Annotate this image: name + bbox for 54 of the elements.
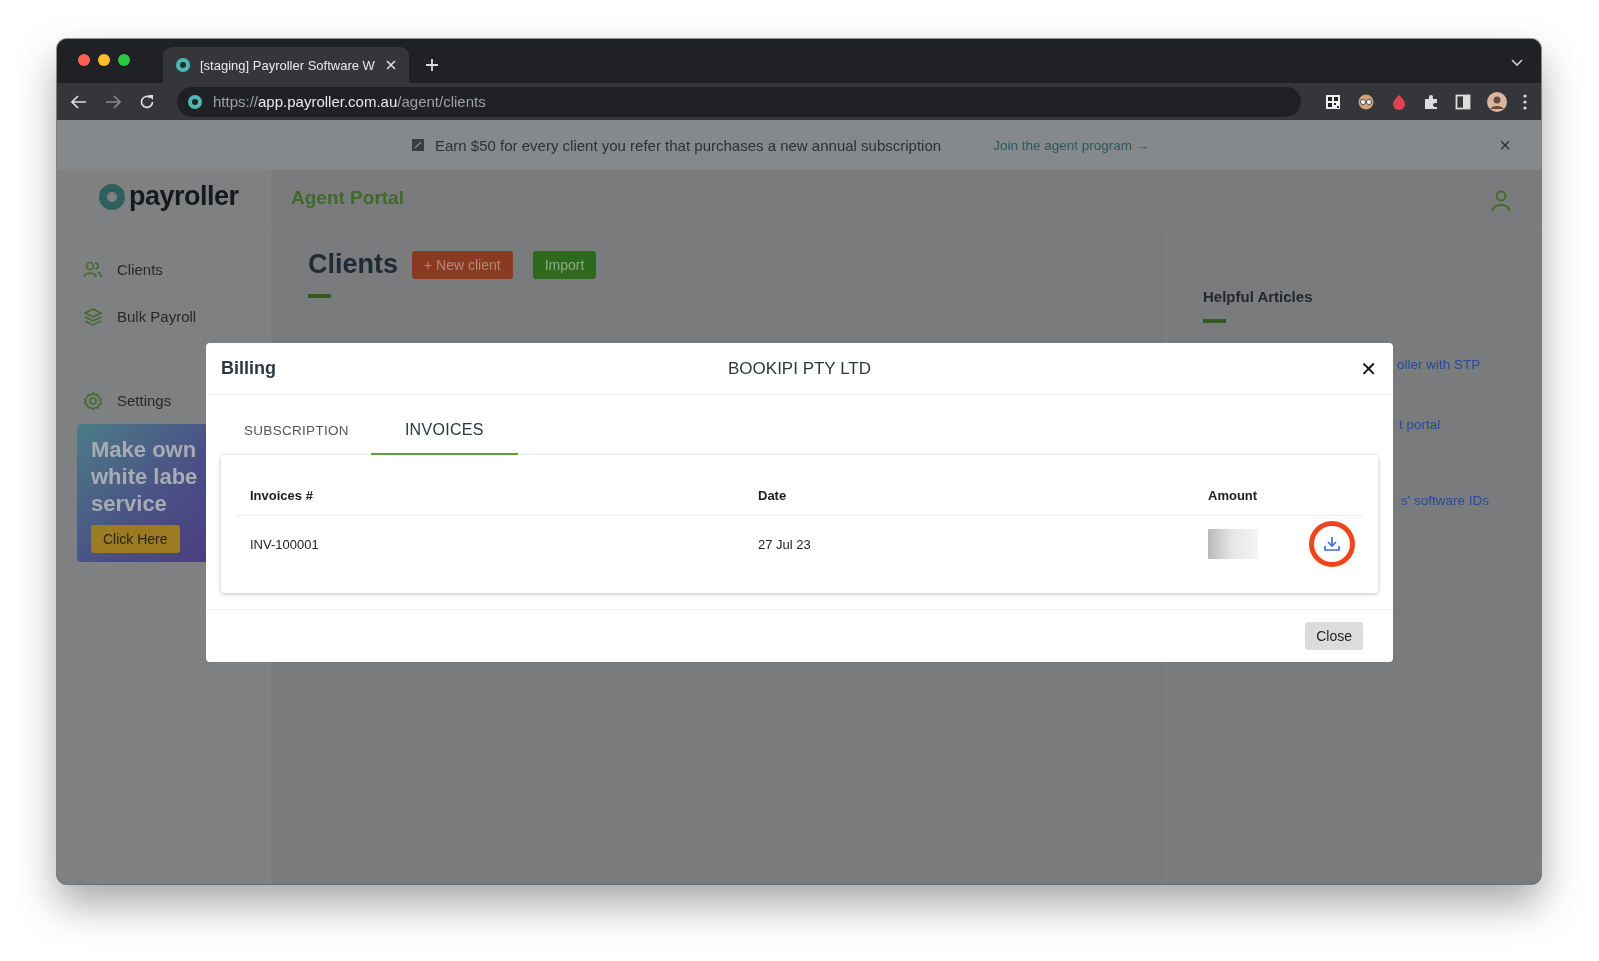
column-header: Date xyxy=(758,487,788,503)
banner-text: Earn $50 for every client you refer that purchases a new annual subscription xyxy=(435,136,942,154)
puzzle-icon[interactable] xyxy=(1423,93,1439,110)
article-link[interactable]: oller with STP xyxy=(1397,357,1541,373)
page-title: Clients xyxy=(308,249,399,280)
new-client-button[interactable]: + New client xyxy=(412,250,513,279)
close-button[interactable]: ✕ xyxy=(1360,358,1377,379)
logo-text: payroller xyxy=(129,181,239,212)
site-icon xyxy=(175,57,191,73)
title-underline xyxy=(1203,319,1226,323)
back-icon[interactable] xyxy=(71,94,87,109)
article-link[interactable]: t portal xyxy=(1399,417,1541,433)
promo-headline: Make own white labe service xyxy=(91,436,199,517)
table-cell-text: 27 Jul 23 xyxy=(758,536,812,552)
portal-title: Agent Portal xyxy=(291,187,405,209)
agent-program-link[interactable]: Join the agent program → xyxy=(993,137,1150,153)
window-controls-icon xyxy=(77,53,133,67)
title-underline xyxy=(308,294,331,298)
chevron-down-icon[interactable] xyxy=(1511,59,1523,67)
close-icon[interactable] xyxy=(385,59,397,71)
tab-title: [staging] Payroller Software W xyxy=(200,57,376,73)
sidebar-item[interactable]: Clients xyxy=(57,246,271,293)
click-here-button[interactable]: Click Here xyxy=(91,525,180,553)
people-icon xyxy=(83,259,103,280)
plus-icon[interactable] xyxy=(425,58,439,72)
address-bar[interactable]: https://app.payroller.com.au/agent/clients xyxy=(177,86,1301,117)
avatar-icon[interactable] xyxy=(1487,91,1507,112)
qr-code-icon[interactable] xyxy=(1325,93,1341,110)
more-icon[interactable] xyxy=(1523,93,1527,110)
site-icon xyxy=(187,93,203,110)
import-button[interactable]: Import xyxy=(532,250,597,279)
layers-icon xyxy=(83,306,103,327)
sidebar-item[interactable]: Bulk Payroll xyxy=(57,293,271,340)
company-name: BOOKIPI PTY LTD xyxy=(728,358,871,379)
download-button[interactable] xyxy=(1309,521,1355,567)
ticket-icon xyxy=(411,138,425,152)
column-header: Amount xyxy=(1208,487,1259,503)
url-text: https://app.payroller.com.au/agent/clients xyxy=(213,93,486,110)
settings-icon xyxy=(83,390,103,411)
reload-icon[interactable] xyxy=(139,93,155,110)
download-icon xyxy=(1323,535,1341,553)
side-panel-icon[interactable] xyxy=(1455,93,1471,110)
logo-mark-icon xyxy=(99,183,125,210)
table-cell-text: INV-100001 xyxy=(250,536,320,552)
close-button[interactable]: × xyxy=(1499,135,1511,155)
forward-icon[interactable] xyxy=(105,94,121,109)
browser-tab[interactable]: [staging] Payroller Software W xyxy=(163,47,409,83)
column-header: Invoices # xyxy=(250,487,314,503)
dialog-title: Billing xyxy=(221,358,276,379)
section-title: Helpful Articles xyxy=(1203,288,1314,305)
article-link[interactable]: s' software IDs xyxy=(1401,493,1541,509)
close-button[interactable]: Close xyxy=(1305,622,1363,650)
drop-icon[interactable] xyxy=(1391,93,1407,110)
goggles-icon[interactable] xyxy=(1357,93,1375,110)
